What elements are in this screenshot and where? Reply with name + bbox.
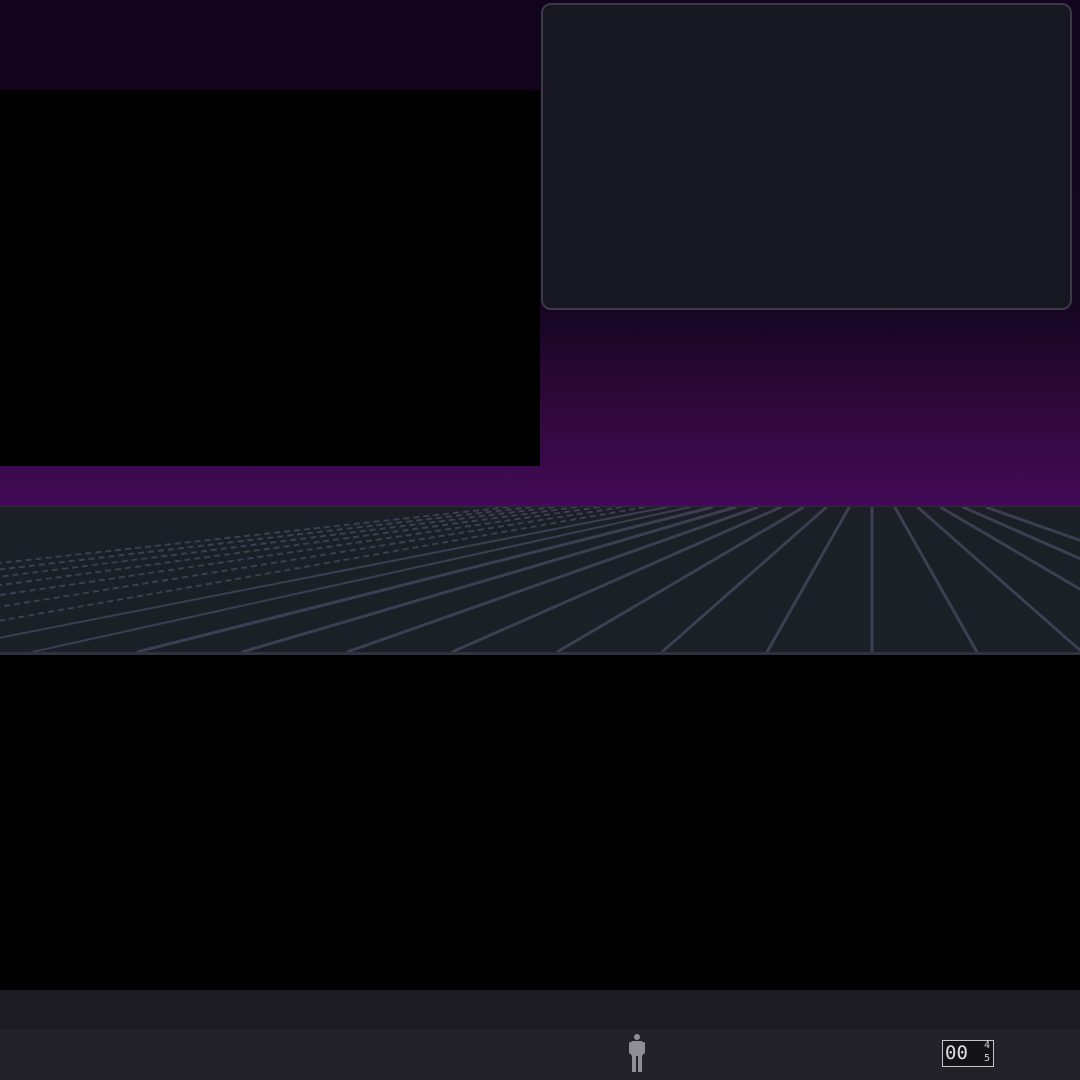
floor-grid: [0, 506, 1080, 655]
grid-line: [0, 507, 509, 565]
counter-superscript: 4: [983, 1040, 990, 1051]
grid-line: [916, 507, 1080, 652]
grid-line: [893, 507, 979, 652]
standing-person-icon[interactable]: [626, 1033, 648, 1073]
grid-line: [451, 507, 782, 652]
grid-line: [0, 507, 532, 571]
grid-line: [136, 507, 714, 652]
counter-display[interactable]: 00 4 5: [942, 1040, 994, 1067]
grid-line: [661, 507, 828, 652]
counter-value: 00: [945, 1042, 968, 1064]
grid-line: [0, 507, 646, 622]
grid-line: [0, 507, 555, 578]
bottom-toolbar: [0, 1030, 1080, 1080]
lower-viewport: [0, 655, 1080, 990]
status-bar: [0, 990, 1080, 1030]
grid-line: [765, 507, 851, 652]
floor-grid-lines: [0, 507, 1080, 652]
info-panel: [541, 3, 1072, 310]
scene-viewport[interactable]: [0, 90, 540, 466]
counter-subscript: 5: [983, 1053, 990, 1064]
